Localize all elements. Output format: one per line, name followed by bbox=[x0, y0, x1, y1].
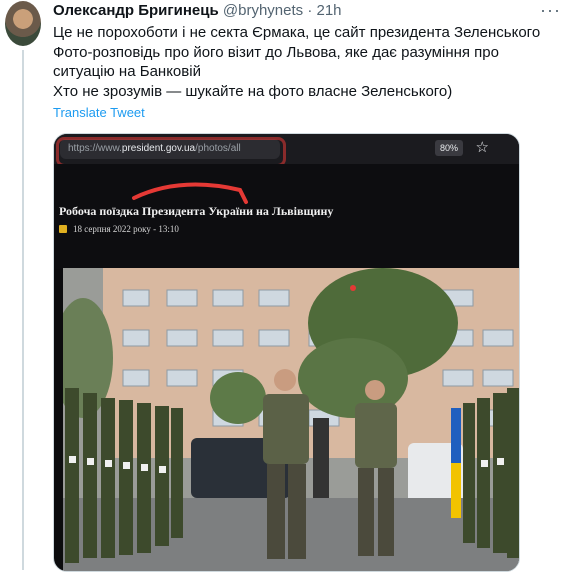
author-handle[interactable]: @bryhynets bbox=[223, 2, 303, 19]
star-icon: ☆ bbox=[475, 139, 489, 156]
translate-tweet-link[interactable]: Translate Tweet bbox=[53, 105, 145, 120]
author-name[interactable]: Олександр Бригинець bbox=[53, 2, 219, 19]
page-date: 18 серпня 2022 року - 13:10 bbox=[59, 224, 179, 234]
page-header: Робоча поїздка Президента України на Льв… bbox=[54, 164, 519, 269]
zoom-badge: 80% bbox=[434, 140, 463, 156]
tweet-line: Це не порохоботи і не секта Єрмака, це с… bbox=[53, 24, 541, 41]
browser-address-bar: https://www.president.gov.ua/photos/all … bbox=[54, 134, 519, 167]
red-highlight-stroke bbox=[56, 137, 286, 167]
tweet-line: ситуацію на Банковій bbox=[53, 63, 201, 80]
tweet-text: Це не порохоботи і не секта Єрмака, це с… bbox=[53, 23, 558, 101]
tweet-time[interactable]: 21h bbox=[317, 2, 342, 19]
separator: · bbox=[307, 2, 313, 19]
avatar[interactable] bbox=[5, 1, 41, 46]
tweet-line: Фото-розповідь про його візит до Львова,… bbox=[53, 43, 499, 61]
photo-illustration bbox=[63, 268, 519, 571]
tweet-header: Олександр Бригинець @bryhynets · 21h bbox=[53, 2, 342, 19]
thread-line bbox=[22, 50, 24, 570]
more-icon[interactable]: ··· bbox=[540, 0, 561, 21]
news-photo bbox=[63, 268, 519, 571]
calendar-icon bbox=[59, 225, 67, 233]
date-text: 18 серпня 2022 року - 13:10 bbox=[73, 224, 179, 234]
tweet-line: Хто не зрозумів — шукайте на фото власне… bbox=[53, 82, 453, 100]
page-title: Робоча поїздка Президента України на Льв… bbox=[59, 204, 334, 218]
tweet-media[interactable]: https://www.president.gov.ua/photos/all … bbox=[53, 133, 520, 572]
